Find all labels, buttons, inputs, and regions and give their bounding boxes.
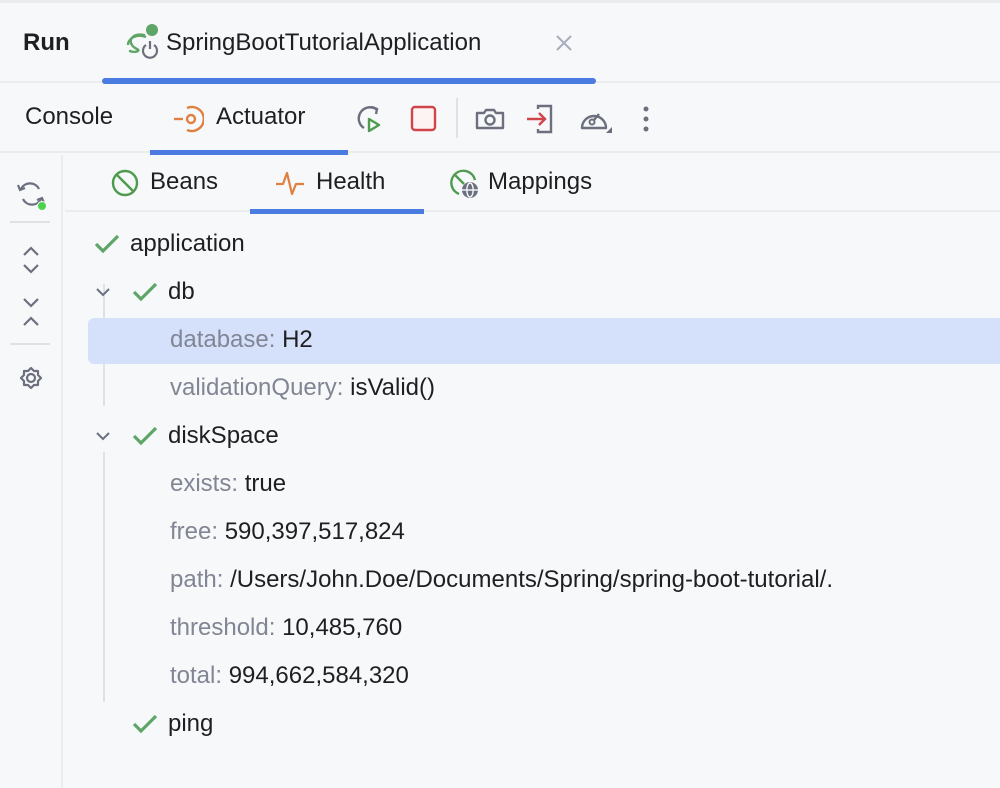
tree-detail-row[interactable]: exists: true [65, 461, 1000, 507]
tab-console[interactable]: Console [0, 85, 148, 153]
expand-all-icon[interactable] [12, 241, 50, 279]
collapse-all-icon[interactable] [12, 293, 50, 331]
detail-key: total: [170, 662, 223, 689]
spring-boot-app-icon [126, 24, 159, 59]
detail-value: 10,485,760 [282, 614, 403, 641]
tree-node-application[interactable]: application [65, 221, 1000, 267]
tab-health-label: Health [316, 168, 386, 195]
detail-key: threshold: [170, 614, 276, 641]
strip-separator [10, 221, 50, 223]
tree-detail-row[interactable]: threshold: 10,485,760 [65, 605, 1000, 651]
detail-pair: total: 994,662,584,320 [170, 662, 409, 690]
tab-mappings[interactable]: Mappings [445, 155, 625, 212]
active-tab-indicator [102, 78, 596, 84]
tab-actuator[interactable]: Actuator [150, 85, 348, 155]
detail-value: true [244, 470, 287, 497]
run-tool-window-header: Run SpringBootTutorialApplication [0, 3, 1000, 84]
tree-node-db[interactable]: db [65, 269, 1000, 315]
check-icon [94, 234, 120, 254]
detail-key: database: [170, 326, 276, 353]
tab-health[interactable]: Health [250, 155, 424, 214]
detail-key: free: [170, 518, 219, 545]
detail-value: H2 [282, 326, 313, 353]
tab-beans[interactable]: Beans [105, 155, 245, 212]
node-name: application [130, 230, 245, 257]
detail-pair: validationQuery: isValid() [170, 374, 435, 402]
detail-pair: exists: true [170, 470, 286, 498]
node-name: diskSpace [168, 422, 279, 449]
tree-detail-row[interactable]: free: 590,397,517,824 [65, 509, 1000, 555]
run-tab-label: SpringBootTutorialApplication [166, 29, 482, 56]
mappings-icon [450, 169, 478, 198]
settings-icon[interactable] [12, 359, 50, 397]
detail-pair: threshold: 10,485,760 [170, 614, 402, 642]
detail-pair: free: 590,397,517,824 [170, 518, 405, 546]
detail-value: /Users/John.Doe/Documents/Spring/spring-… [230, 566, 834, 593]
tree-node-ping[interactable]: ping [65, 701, 1000, 747]
actuator-subtabs: Beans Health Mappings [65, 155, 1000, 214]
check-icon [132, 426, 158, 446]
chevron-down-icon[interactable] [93, 426, 113, 446]
node-name: ping [168, 710, 214, 737]
run-title: Run [23, 29, 70, 56]
screenshot-icon[interactable] [472, 101, 508, 137]
detail-value: 994,662,584,320 [228, 662, 409, 689]
tree-detail-row[interactable]: path: /Users/John.Doe/Documents/Spring/s… [65, 557, 1000, 603]
tab-console-label: Console [25, 103, 114, 130]
exit-icon[interactable] [524, 101, 560, 137]
actuator-icon [174, 105, 204, 133]
close-icon[interactable] [554, 33, 574, 53]
rerun-icon[interactable] [354, 101, 390, 137]
detail-pair: database: H2 [170, 326, 313, 354]
refresh-icon[interactable] [12, 175, 50, 213]
left-action-strip [0, 155, 63, 788]
detail-key: validationQuery: [170, 374, 344, 401]
health-icon [276, 171, 304, 196]
run-config-tab[interactable]: SpringBootTutorialApplication [102, 3, 596, 84]
tree-node-diskspace[interactable]: diskSpace [65, 413, 1000, 459]
tree-detail-row[interactable]: total: 994,662,584,320 [65, 653, 1000, 699]
tab-mappings-label: Mappings [488, 168, 593, 195]
detail-value: 590,397,517,824 [224, 518, 405, 545]
check-icon [132, 714, 158, 734]
dashboard-icon[interactable] [576, 101, 612, 137]
check-icon [132, 282, 158, 302]
detail-value: isValid() [350, 374, 436, 401]
tree-detail-row[interactable]: database: H2 [65, 317, 1000, 364]
chevron-down-icon[interactable] [93, 282, 113, 302]
detail-key: exists: [170, 470, 239, 497]
beans-icon [111, 169, 139, 197]
toolbar: Console Actuator [0, 85, 1000, 155]
strip-separator [10, 343, 50, 345]
tab-actuator-label: Actuator [216, 103, 306, 130]
stop-icon[interactable] [406, 101, 442, 137]
toolbar-separator [456, 98, 458, 138]
node-name: db [168, 278, 195, 305]
tab-beans-label: Beans [150, 168, 219, 195]
detail-key: path: [170, 566, 224, 593]
health-tree: application db database: H2 validationQu… [65, 214, 1000, 788]
tree-detail-row[interactable]: validationQuery: isValid() [65, 365, 1000, 411]
more-icon[interactable] [628, 101, 664, 137]
detail-pair: path: /Users/John.Doe/Documents/Spring/s… [170, 566, 833, 594]
